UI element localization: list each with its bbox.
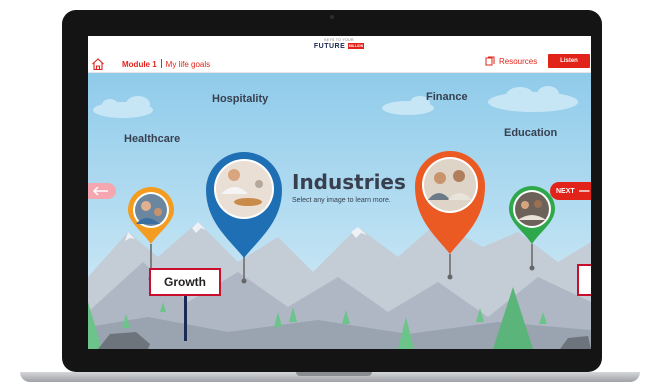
pin-label-finance[interactable]: Finance bbox=[426, 91, 468, 103]
page-instructions: Select any image to learn more. bbox=[292, 197, 391, 204]
landscape-background bbox=[88, 72, 591, 349]
pin-label-hospitality[interactable]: Hospitality bbox=[212, 93, 268, 105]
arrow-left-icon bbox=[92, 186, 108, 196]
previous-button[interactable] bbox=[88, 183, 116, 199]
resources-label: Resources bbox=[499, 56, 538, 66]
signpost-pole bbox=[184, 296, 187, 341]
breadcrumb-page-title: My life goals bbox=[165, 60, 211, 69]
next-signpost bbox=[577, 264, 591, 296]
pin-label-healthcare[interactable]: Healthcare bbox=[124, 133, 180, 145]
top-navigation-bar: Module 1 My life goals KEYS TO YOUR FUTUR… bbox=[88, 36, 591, 73]
logo: KEYS TO YOUR FUTURE MILLION bbox=[313, 38, 365, 56]
growth-signpost[interactable]: Growth bbox=[149, 268, 221, 296]
arrow-right-icon bbox=[578, 190, 590, 192]
module-label[interactable]: Module 1 bbox=[122, 60, 157, 69]
logo-badge: MILLION bbox=[347, 43, 365, 49]
listen-button[interactable]: Listen bbox=[548, 54, 590, 68]
logo-line2: FUTURE MILLION bbox=[313, 42, 365, 51]
page-heading: Industries bbox=[292, 170, 406, 194]
camera bbox=[330, 15, 334, 19]
home-icon[interactable] bbox=[91, 57, 105, 71]
logo-wordmark: FUTURE bbox=[313, 43, 346, 50]
resources-link[interactable]: Resources bbox=[485, 54, 537, 68]
breadcrumb: Module 1 My life goals bbox=[122, 59, 210, 69]
pin-label-education[interactable]: Education bbox=[504, 127, 557, 139]
next-label: NEXT bbox=[556, 187, 575, 195]
next-button[interactable]: NEXT bbox=[550, 182, 591, 200]
app-screen: Healthcare Hospitality Finance Education… bbox=[88, 36, 591, 349]
laptop-notch bbox=[296, 372, 372, 376]
resources-icon bbox=[485, 56, 495, 66]
